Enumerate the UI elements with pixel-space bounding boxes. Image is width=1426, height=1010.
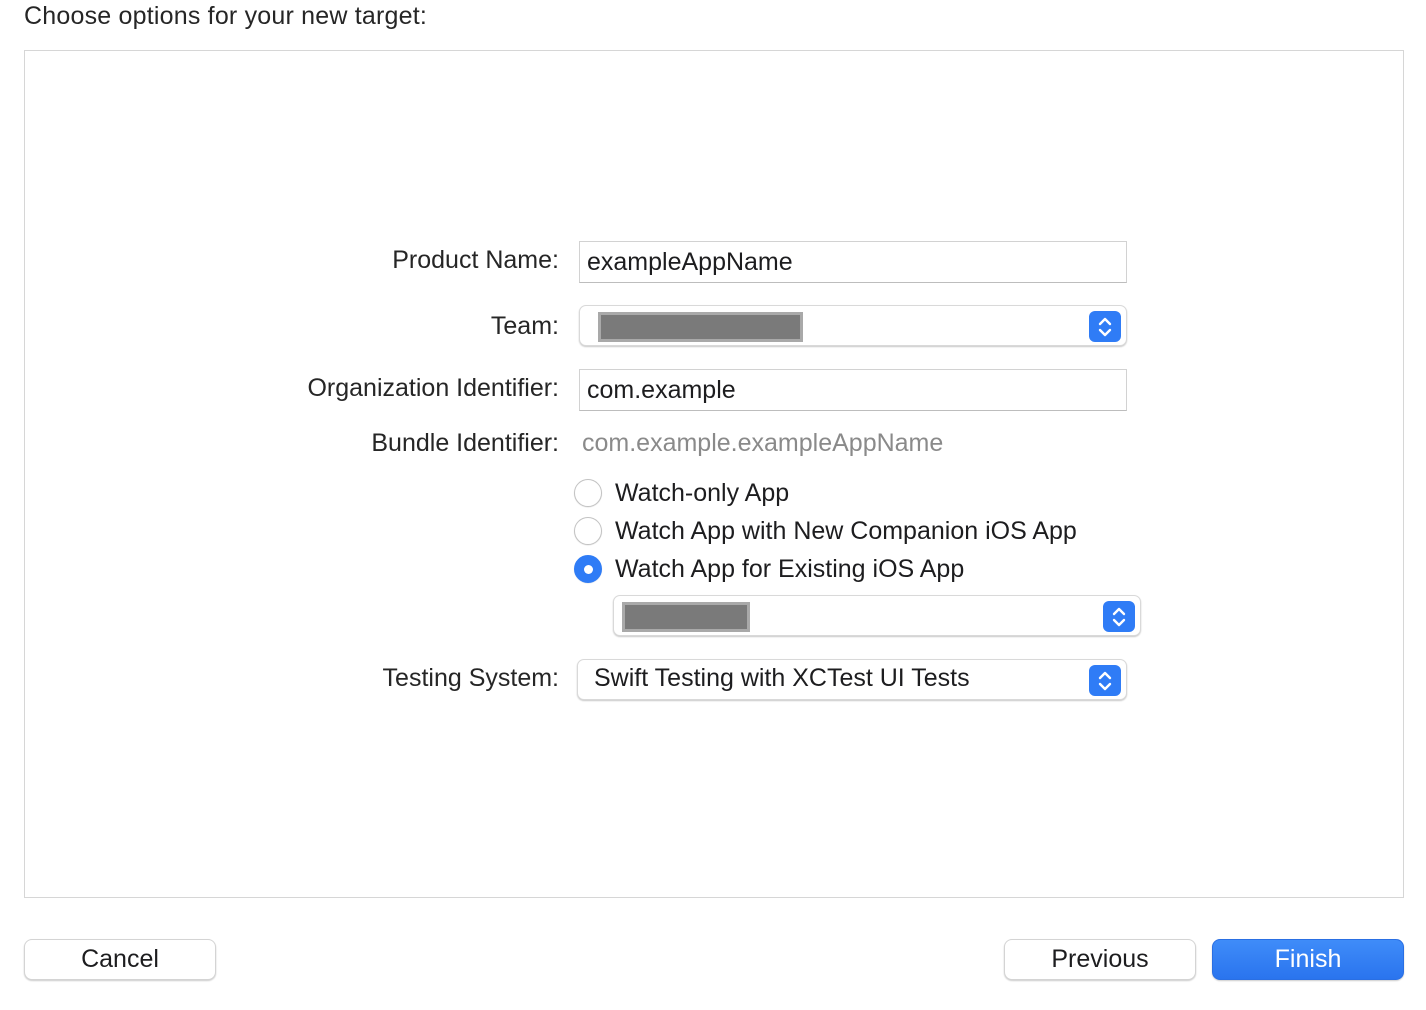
team-label: Team:: [490, 312, 559, 340]
radio-label: Watch App with New Companion iOS App: [615, 516, 1077, 545]
existing-ios-app-popup[interactable]: [613, 595, 1141, 636]
team-popup[interactable]: [579, 305, 1127, 346]
bundle-identifier-value: com.example.exampleAppName: [582, 429, 944, 457]
product-name-field[interactable]: exampleAppName: [579, 241, 1127, 283]
radio-button[interactable]: [574, 479, 602, 507]
radio-watch-app-existing-ios[interactable]: Watch App for Existing iOS App: [574, 554, 964, 584]
existing-app-value-redacted: [622, 602, 750, 632]
bundle-identifier-label: Bundle Identifier:: [371, 429, 559, 457]
radio-button-selected[interactable]: [574, 555, 602, 583]
chevron-up-down-icon[interactable]: [1089, 665, 1121, 696]
radio-watch-app-new-companion[interactable]: Watch App with New Companion iOS App: [574, 516, 1077, 546]
chevron-up-down-icon[interactable]: [1089, 311, 1121, 342]
finish-button[interactable]: Finish: [1212, 939, 1404, 980]
product-name-label: Product Name:: [392, 246, 559, 274]
testing-system-value: Swift Testing with XCTest UI Tests: [594, 664, 970, 692]
radio-watch-only-app[interactable]: Watch-only App: [574, 478, 789, 508]
previous-button[interactable]: Previous: [1004, 939, 1196, 980]
radio-button[interactable]: [574, 517, 602, 545]
organization-identifier-label: Organization Identifier:: [307, 374, 559, 402]
radio-label: Watch App for Existing iOS App: [615, 554, 965, 583]
options-panel: [24, 50, 1404, 898]
page-title: Choose options for your new target:: [24, 2, 428, 30]
testing-system-popup[interactable]: Swift Testing with XCTest UI Tests: [577, 659, 1127, 700]
team-value-redacted: [598, 312, 803, 342]
radio-label: Watch-only App: [615, 478, 790, 507]
new-target-options-sheet: Choose options for your new target: Prod…: [0, 0, 1426, 1010]
organization-identifier-field[interactable]: com.example: [579, 369, 1127, 411]
testing-system-label: Testing System:: [382, 664, 559, 692]
cancel-button[interactable]: Cancel: [24, 939, 216, 980]
chevron-up-down-icon[interactable]: [1103, 601, 1135, 632]
